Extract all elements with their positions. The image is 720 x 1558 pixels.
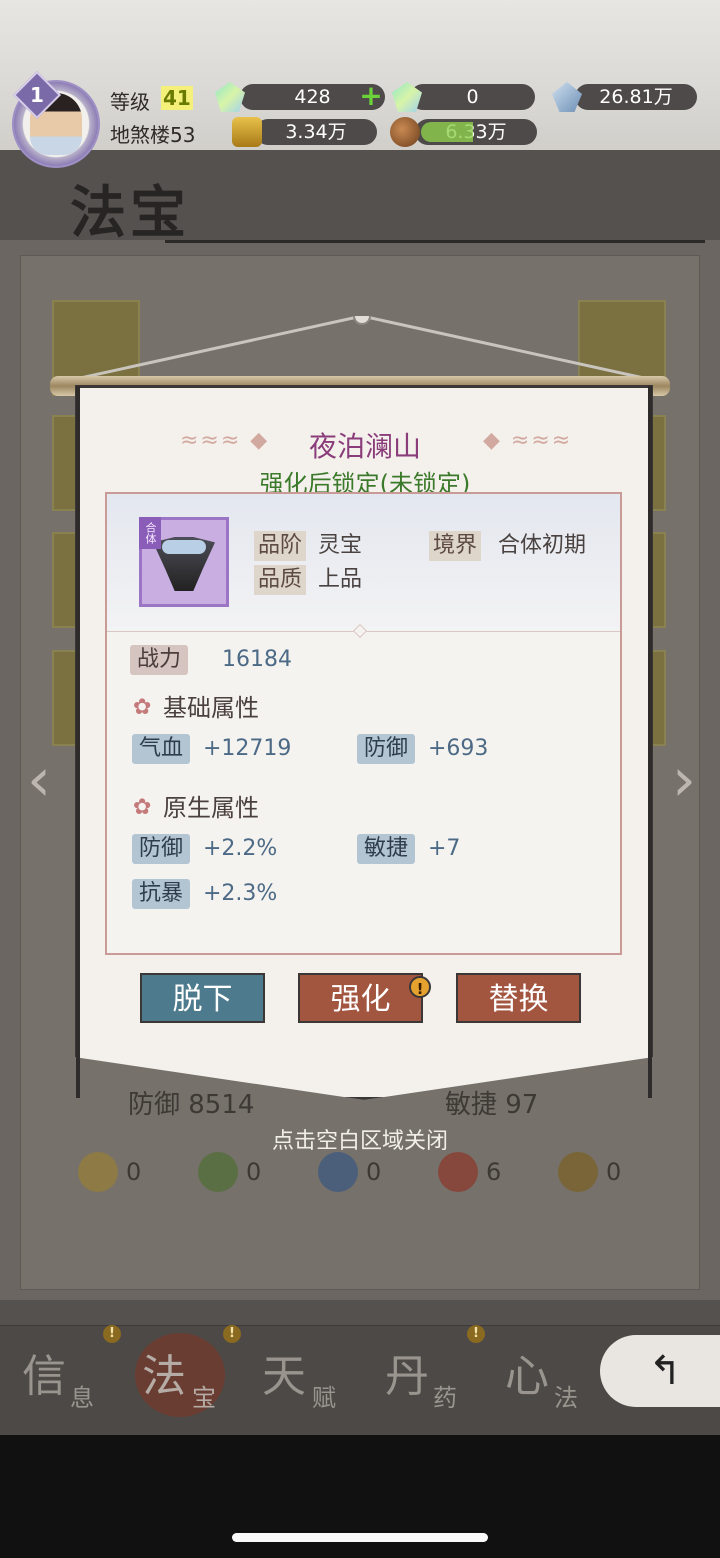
gold-ingot-icon [232,117,262,147]
enhance-alert-icon: ! [409,976,431,998]
armor-item-highlight [162,540,206,554]
resource-wood-fill [421,122,473,142]
native-attributes-title: 原生属性 [163,794,259,822]
quality-label: 品质 [254,565,307,595]
nav-pill-sub[interactable]: 药 [433,1378,457,1413]
nav-treasure-sub[interactable]: 宝 [192,1378,216,1413]
back-button[interactable]: ↰ [600,1335,720,1407]
nav-method-main[interactable]: 心 [505,1340,549,1404]
base-hp-label: 气血 [132,734,191,764]
power-label: 战力 [130,645,189,675]
vip-level-number: 1 [30,83,44,107]
realm-label: 境界 [429,531,482,561]
fire-element-icon [438,1152,478,1192]
previous-arrow-icon[interactable]: ‹ [20,745,58,815]
metal-element-count: 0 [126,1158,142,1186]
fire-element-count: 6 [486,1158,502,1186]
next-arrow-icon[interactable]: › [665,745,703,815]
quality-value: 上品 [318,567,363,592]
power-value: 16184 [222,647,292,672]
nav-pill-alert-icon: ! [467,1325,485,1343]
resource-jade-value: 428 [294,86,331,108]
nav-method-sub[interactable]: 法 [554,1378,578,1413]
nav-info-alert-icon: ! [103,1325,121,1343]
nav-pill-main[interactable]: 丹 [385,1340,429,1404]
nav-info-main[interactable]: 信 [22,1340,66,1404]
nav-talent-main[interactable]: 天 [262,1340,306,1404]
nav-treasure-main[interactable]: 法 [142,1340,186,1404]
floor-label: 地煞楼53 [110,123,196,147]
realm-value: 合体初期 [498,533,587,558]
resource-locked-jade-value: 0 [466,86,479,108]
earth-element-count: 0 [606,1158,622,1186]
remove-button[interactable]: 脱下 [140,973,265,1023]
water-element-count: 0 [366,1158,382,1186]
home-indicator[interactable] [232,1533,488,1542]
flower-icon: ✿ [133,695,152,720]
base-attributes-title: 基础属性 [163,694,259,722]
native-agility-label: 敏捷 [357,834,416,864]
water-element-icon [318,1152,358,1192]
close-hint: 点击空白区域关闭 [271,1129,448,1154]
item-name: 夜泊澜山 [308,430,421,463]
resource-gold-value: 3.34万 [285,121,347,143]
base-hp-value: +12719 [203,736,292,761]
wood-element-count: 0 [246,1158,262,1186]
native-crit-resist-label: 抗暴 [132,879,191,909]
nav-treasure-alert-icon: ! [223,1325,241,1343]
add-jade-button[interactable]: + [358,82,384,110]
level-label: 等级 [110,90,150,114]
enhance-button[interactable]: 强化 [298,973,423,1023]
earth-element-icon [558,1152,598,1192]
metal-element-icon [78,1152,118,1192]
title-divider [165,240,705,243]
page-title: 法宝 [70,180,190,246]
resource-crystal-bar[interactable]: 26.81万 [575,84,697,110]
item-type-badge: 合体 [139,517,161,549]
nav-talent-sub[interactable]: 赋 [312,1378,336,1413]
wood-log-icon [390,117,420,147]
base-defense-value: +693 [428,736,489,761]
flower-icon: ✿ [133,795,152,820]
resource-gold-bar[interactable]: 3.34万 [255,119,377,145]
native-agility-value: +7 [428,836,461,861]
resource-locked-jade-bar[interactable]: 0 [410,84,535,110]
base-defense-label: 防御 [357,734,416,764]
rank-label: 品阶 [254,531,307,561]
level-value: 41 [161,86,193,110]
wood-element-icon [198,1152,238,1192]
native-defense-value: +2.2% [203,836,278,861]
native-defense-label: 防御 [132,834,191,864]
replace-button[interactable]: 替换 [456,973,581,1023]
nav-info-sub[interactable]: 息 [70,1378,94,1413]
rank-value: 灵宝 [318,533,363,558]
native-crit-resist-value: +2.3% [203,881,278,906]
resource-crystal-value: 26.81万 [599,86,673,108]
